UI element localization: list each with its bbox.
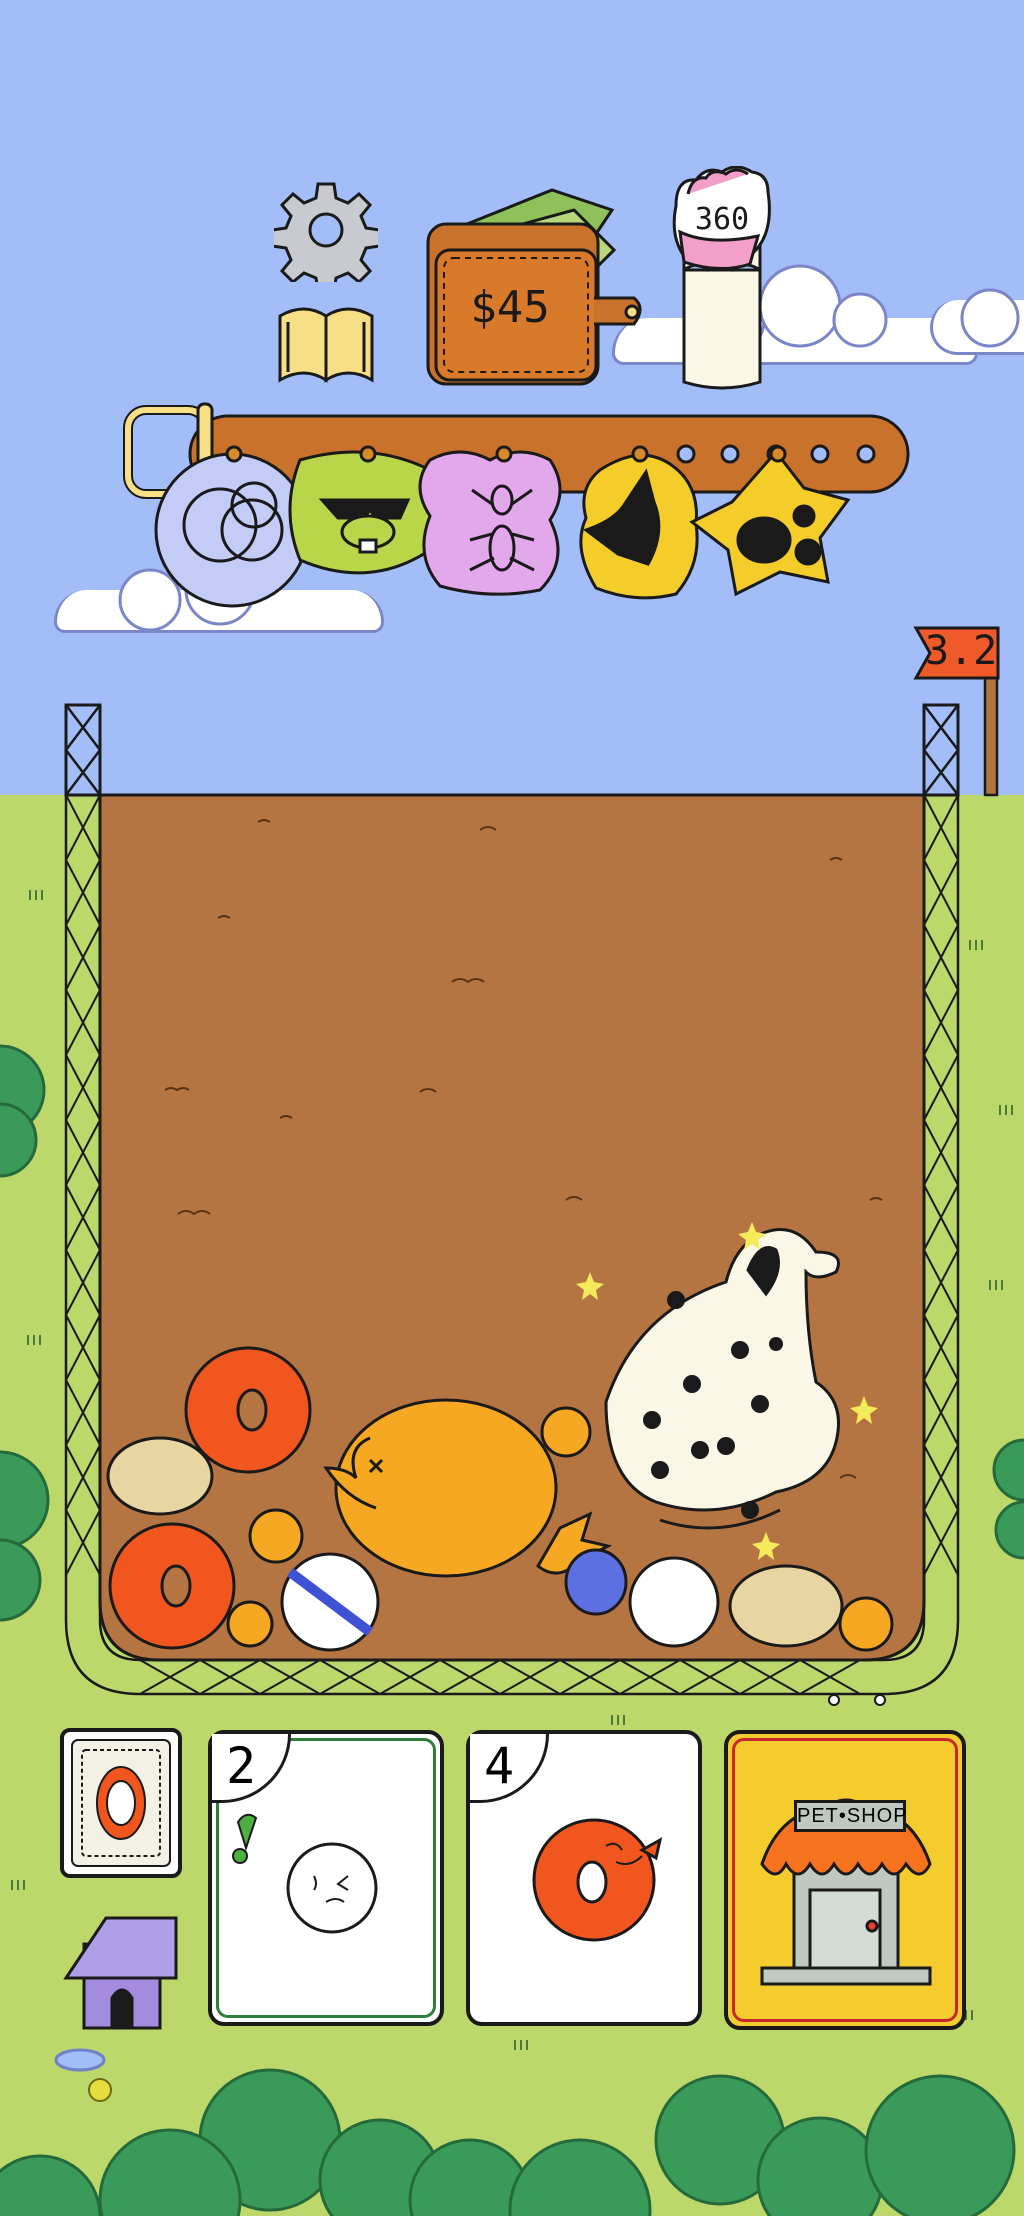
wallet-icon <box>426 188 642 386</box>
collar-tag-dog[interactable] <box>566 454 706 606</box>
pet-pit[interactable] <box>100 795 924 1660</box>
sky-background <box>0 0 1024 795</box>
collar-tag-bubbles[interactable] <box>156 454 308 606</box>
gear-icon <box>270 182 382 294</box>
score-meter <box>666 165 778 394</box>
pet-shop-icon <box>760 1798 932 1986</box>
score-counter: 360 <box>694 202 750 237</box>
wallet[interactable] <box>424 170 656 390</box>
collar-tag-ant[interactable] <box>428 454 576 606</box>
shop-sign: PET•SHOP <box>794 1800 907 1832</box>
draw-deck[interactable] <box>60 1728 182 1878</box>
hand-card-1[interactable]: 2 <box>208 1730 444 2026</box>
collar-tag-paw[interactable] <box>704 454 854 606</box>
white-fluffy-pet-icon <box>232 1813 378 1934</box>
cloud <box>930 300 1024 355</box>
fist-meter-icon <box>672 165 771 390</box>
collar-tag-beaver[interactable] <box>292 454 436 606</box>
book-icon <box>278 307 374 383</box>
level-indicator: 3.2 <box>925 628 998 674</box>
card-back-icon <box>71 1739 171 1867</box>
pet-shop-button[interactable]: PET•SHOP <box>724 1730 966 2030</box>
rules-book-button[interactable] <box>274 296 378 386</box>
money-counter: $45 <box>470 282 550 333</box>
orange-donut-dog-icon <box>532 1818 663 1942</box>
hand-card-2[interactable]: 4 <box>466 1730 702 2026</box>
settings-button[interactable] <box>270 178 382 294</box>
